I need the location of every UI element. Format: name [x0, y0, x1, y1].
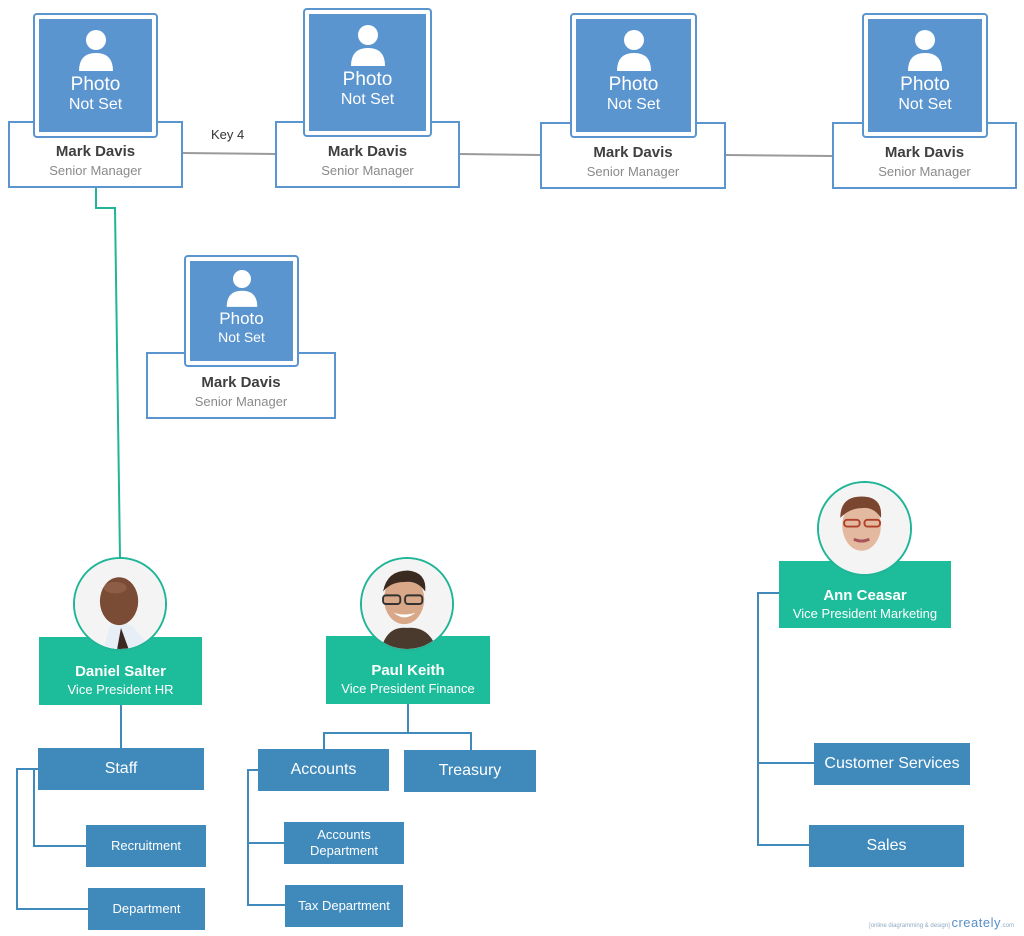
- dept-box[interactable]: Department: [88, 888, 205, 930]
- photo-text-line1: Photo: [342, 69, 393, 90]
- person-silhouette-icon: [78, 30, 113, 71]
- photo-placeholder[interactable]: Photo Not Set: [33, 13, 158, 138]
- manager-name: Mark Davis: [593, 144, 673, 161]
- manager-name: Mark Davis: [201, 374, 281, 391]
- link-vp-finance-treasury: [408, 732, 472, 750]
- creately-watermark: [online diagramming & design] creately.c…: [869, 915, 1014, 930]
- watermark-suffix: .com: [1000, 923, 1014, 929]
- vp-name: Ann Ceasar: [823, 587, 907, 604]
- manager-name: Mark Davis: [884, 144, 965, 161]
- link-vp-finance-branch: [323, 704, 409, 749]
- photo-text-line1: Photo: [608, 74, 659, 95]
- link-accounts-taxdept: [247, 843, 286, 906]
- dept-box[interactable]: Staff: [38, 748, 204, 790]
- portrait-icon: [362, 559, 452, 649]
- org-chart-canvas: Key 4 Mark Davis Senior Manager Photo No…: [0, 0, 1024, 936]
- vp-title: Vice President Marketing: [792, 606, 938, 621]
- manager-title: Senior Manager: [586, 164, 680, 179]
- portrait-icon: [819, 483, 910, 574]
- dept-box[interactable]: Recruitment: [86, 825, 206, 867]
- person-silhouette-icon: [350, 25, 385, 66]
- link-m1-m2: [181, 152, 277, 155]
- photo-text-line2: Not Set: [340, 91, 395, 108]
- photo-text-line1: Photo: [900, 74, 950, 95]
- photo-text-line2: Not Set: [898, 96, 952, 113]
- link-m2-m3: [458, 153, 542, 156]
- photo-text-line2: Not Set: [218, 329, 265, 345]
- manager-title: Senior Manager: [321, 163, 414, 178]
- dept-box[interactable]: Accounts Department: [284, 822, 404, 864]
- dept-box[interactable]: Tax Department: [285, 885, 403, 927]
- dept-box[interactable]: Sales: [809, 825, 964, 867]
- link-vp-marketing-tree: [757, 592, 810, 846]
- manager-name: Mark Davis: [327, 143, 408, 160]
- vp-name: Daniel Salter: [75, 663, 166, 680]
- dept-box[interactable]: Accounts: [258, 749, 389, 791]
- dept-box[interactable]: Treasury: [404, 750, 536, 792]
- photo-text-line1: Photo: [219, 309, 264, 328]
- manager-title: Senior Manager: [49, 163, 142, 178]
- avatar-photo-woman-glasses[interactable]: [817, 481, 912, 576]
- vp-title: Vice President Finance: [341, 681, 475, 696]
- person-silhouette-icon: [616, 30, 651, 71]
- link-m1-vp-hr: [95, 188, 121, 559]
- watermark-brand: creately: [951, 915, 1001, 930]
- avatar-photo-man-bald[interactable]: [73, 557, 167, 651]
- manager-name: Mark Davis: [55, 143, 136, 160]
- link-staff-department: [16, 768, 88, 910]
- photo-text-line1: Photo: [70, 74, 121, 95]
- manager-title: Senior Manager: [194, 394, 288, 409]
- vp-title: Vice President HR: [67, 682, 174, 697]
- link-m3-m4: [724, 154, 833, 157]
- photo-placeholder[interactable]: Photo Not Set: [184, 255, 299, 367]
- portrait-icon: [75, 559, 165, 649]
- photo-placeholder[interactable]: Photo Not Set: [862, 13, 988, 138]
- dept-box[interactable]: Customer Services: [814, 743, 970, 785]
- photo-placeholder[interactable]: Photo Not Set: [303, 8, 432, 137]
- person-silhouette-icon: [908, 30, 942, 71]
- photo-text-line2: Not Set: [68, 96, 123, 113]
- connector-label: Key 4: [211, 127, 245, 142]
- photo-placeholder[interactable]: Photo Not Set: [570, 13, 697, 138]
- avatar-photo-man-glasses[interactable]: [360, 557, 454, 651]
- manager-title: Senior Manager: [878, 164, 971, 179]
- person-silhouette-icon: [226, 270, 257, 307]
- photo-text-line2: Not Set: [606, 96, 661, 113]
- vp-name: Paul Keith: [371, 662, 445, 679]
- watermark-tagline: [online diagramming & design]: [869, 923, 950, 929]
